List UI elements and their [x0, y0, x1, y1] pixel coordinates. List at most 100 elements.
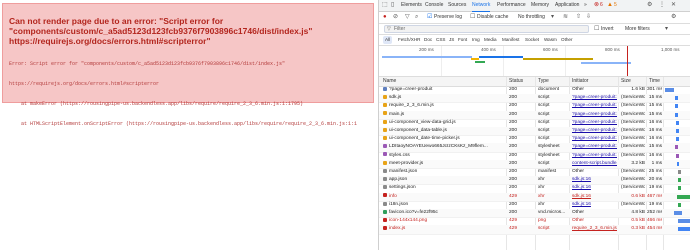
initiator-link[interactable]: sdk.js:16: [572, 185, 591, 190]
type-fetch-xhr[interactable]: Fetch/XHR: [396, 36, 422, 44]
initiator-link[interactable]: ?page=creer-produit:1: [572, 112, 617, 117]
request-name-cell[interactable]: ?page=creer-produit: [383, 86, 505, 94]
disable-cache-checkbox[interactable]: ☐: [470, 12, 475, 23]
request-name-cell[interactable]: i18n.json: [383, 201, 505, 209]
type-media[interactable]: Media: [482, 36, 499, 44]
warning-count-icon[interactable]: ▲: [607, 0, 613, 11]
import-icon[interactable]: ⇧: [576, 12, 581, 23]
request-name-cell[interactable]: manifest.json: [383, 168, 505, 176]
request-initiator[interactable]: ?page=creer-produit:1: [572, 119, 617, 127]
close-icon[interactable]: ✕: [671, 0, 676, 11]
error-count-icon[interactable]: ⊗: [594, 0, 599, 11]
request-initiator[interactable]: ?page=creer-produit:1: [572, 152, 617, 160]
initiator-link[interactable]: sdk.js:16: [572, 202, 591, 207]
type-css[interactable]: CSS: [434, 36, 447, 44]
type-wasm[interactable]: Wasm: [542, 36, 559, 44]
request-initiator[interactable]: content-script.bundle.js:1: [572, 160, 617, 168]
timeline-tick: 600 ms: [543, 47, 558, 52]
request-name-cell[interactable]: favicon.ico?v=fe22f95c: [383, 209, 505, 217]
request-name-cell[interactable]: icon-144x144.png: [383, 217, 505, 225]
initiator-link[interactable]: ?page=creer-produit:1: [572, 144, 617, 149]
record-icon[interactable]: ●: [383, 12, 387, 23]
invert-checkbox[interactable]: ☐: [594, 24, 599, 34]
request-initiator[interactable]: sdk.js:16: [572, 176, 617, 184]
request-name-cell[interactable]: app.json: [383, 176, 505, 184]
type-img[interactable]: Img: [470, 36, 482, 44]
tab-elements[interactable]: Elements: [401, 0, 422, 11]
request-initiator[interactable]: ?page=creer-produit:1: [572, 94, 617, 102]
filter-toggle-icon[interactable]: ▽: [405, 12, 410, 23]
more-filters-button[interactable]: More filters: [625, 24, 650, 35]
initiator-link[interactable]: ?page=creer-produit:1: [572, 153, 617, 158]
request-initiator[interactable]: sdk.js:16: [572, 184, 617, 192]
waterfall-bar: [674, 211, 682, 215]
column-status[interactable]: Status: [509, 77, 523, 86]
request-initiator[interactable]: require_2_3_6.min.js:1: [572, 225, 617, 233]
tab-network[interactable]: Network: [472, 0, 491, 12]
tab-sources[interactable]: Sources: [448, 0, 466, 11]
request-initiator[interactable]: ?page=creer-produit:1: [572, 143, 617, 151]
chevron-down-icon[interactable]: ▾: [665, 24, 668, 34]
column-time[interactable]: Time: [649, 77, 660, 86]
type-font[interactable]: Font: [456, 36, 469, 44]
tab-application[interactable]: Application: [555, 0, 579, 11]
request-initiator[interactable]: sdk.js:16: [572, 193, 617, 201]
inspect-icon[interactable]: ⬚: [382, 0, 388, 11]
device-toolbar-icon[interactable]: ▯: [391, 0, 394, 11]
network-settings-icon[interactable]: ⚙: [671, 12, 676, 23]
type-manifest[interactable]: Manifest: [500, 36, 521, 44]
initiator-link[interactable]: content-script.bundle.js:1: [572, 161, 617, 166]
request-name-cell[interactable]: settings.json: [383, 184, 505, 192]
initiator-link[interactable]: ?page=creer-produit:1: [572, 103, 617, 108]
column-type[interactable]: Type: [538, 77, 549, 86]
request-name-cell[interactable]: info: [383, 193, 505, 201]
column-size[interactable]: Size: [621, 77, 631, 86]
tab-memory[interactable]: Memory: [531, 0, 549, 11]
kebab-menu-icon[interactable]: ⋮: [659, 0, 665, 11]
request-initiator[interactable]: ?page=creer-produit:1: [572, 135, 617, 143]
request-initiator[interactable]: ?page=creer-produit:1: [572, 111, 617, 119]
tab-console[interactable]: Console: [425, 0, 443, 11]
request-type: xhr: [538, 193, 545, 199]
request-initiator[interactable]: sdk.js:16: [572, 201, 617, 209]
initiator-link[interactable]: sdk.js:16: [572, 177, 591, 182]
request-name-cell[interactable]: index.js: [383, 225, 505, 233]
tab-performance[interactable]: Performance: [497, 0, 526, 11]
export-icon[interactable]: ⇩: [586, 12, 591, 23]
throttling-select[interactable]: No throttling: [518, 12, 545, 23]
request-name-cell[interactable]: sdk.js: [383, 94, 505, 102]
request-name-cell[interactable]: ui-component_data-table.js: [383, 127, 505, 135]
request-name-cell[interactable]: ui-component_date-time-picker.js: [383, 135, 505, 143]
network-overview-timeline[interactable]: 200 ms 400 ms 600 ms 800 ms 1,000 ms: [379, 46, 690, 77]
clear-icon[interactable]: ⊘: [393, 12, 398, 23]
initiator-link[interactable]: ?page=creer-produit:1: [572, 128, 617, 133]
initiator-link[interactable]: ?page=creer-produit:1: [572, 95, 617, 100]
chevron-down-icon[interactable]: ▾: [551, 12, 554, 23]
request-name-cell[interactable]: require_2_3_6.min.js: [383, 102, 505, 110]
initiator-link[interactable]: ?page=creer-produit:1: [572, 136, 617, 141]
initiator-link[interactable]: ?page=creer-produit:1: [572, 120, 617, 125]
type-all[interactable]: All: [383, 36, 393, 44]
table-row[interactable]: index.js 429 script require_2_3_6.min.js:1 0…: [379, 225, 690, 235]
type-socket[interactable]: Socket: [523, 36, 541, 44]
request-name-cell[interactable]: main.js: [383, 111, 505, 119]
wifi-icon[interactable]: ≋: [563, 12, 568, 23]
type-js[interactable]: JS: [447, 36, 456, 44]
search-icon[interactable]: ⌕: [415, 12, 418, 23]
initiator-link[interactable]: require_2_3_6.min.js:1: [572, 226, 617, 231]
request-name-cell[interactable]: styles.css: [383, 152, 505, 160]
request-name-cell[interactable]: ui-component_view-data-grid.js: [383, 119, 505, 127]
request-name-cell[interactable]: LDItaoyNOAYEUewo665JcIzCKsKz_M9flem...: [383, 143, 505, 151]
request-initiator[interactable]: ?page=creer-produit:1: [572, 102, 617, 110]
column-name[interactable]: Name: [383, 77, 396, 86]
preserve-log-checkbox[interactable]: ☑: [427, 12, 432, 23]
gear-icon[interactable]: ⚙: [647, 0, 652, 11]
type-other[interactable]: Other: [559, 36, 575, 44]
filter-input[interactable]: ▽ Filter: [384, 25, 589, 33]
initiator-link[interactable]: sdk.js:16: [572, 194, 591, 199]
request-name-cell[interactable]: meet-provider.js: [383, 160, 505, 168]
column-initiator[interactable]: Initiator: [572, 77, 588, 86]
type-doc[interactable]: Doc: [422, 36, 434, 44]
request-initiator[interactable]: ?page=creer-produit:1: [572, 127, 617, 135]
more-tabs-button[interactable]: »: [584, 0, 587, 11]
